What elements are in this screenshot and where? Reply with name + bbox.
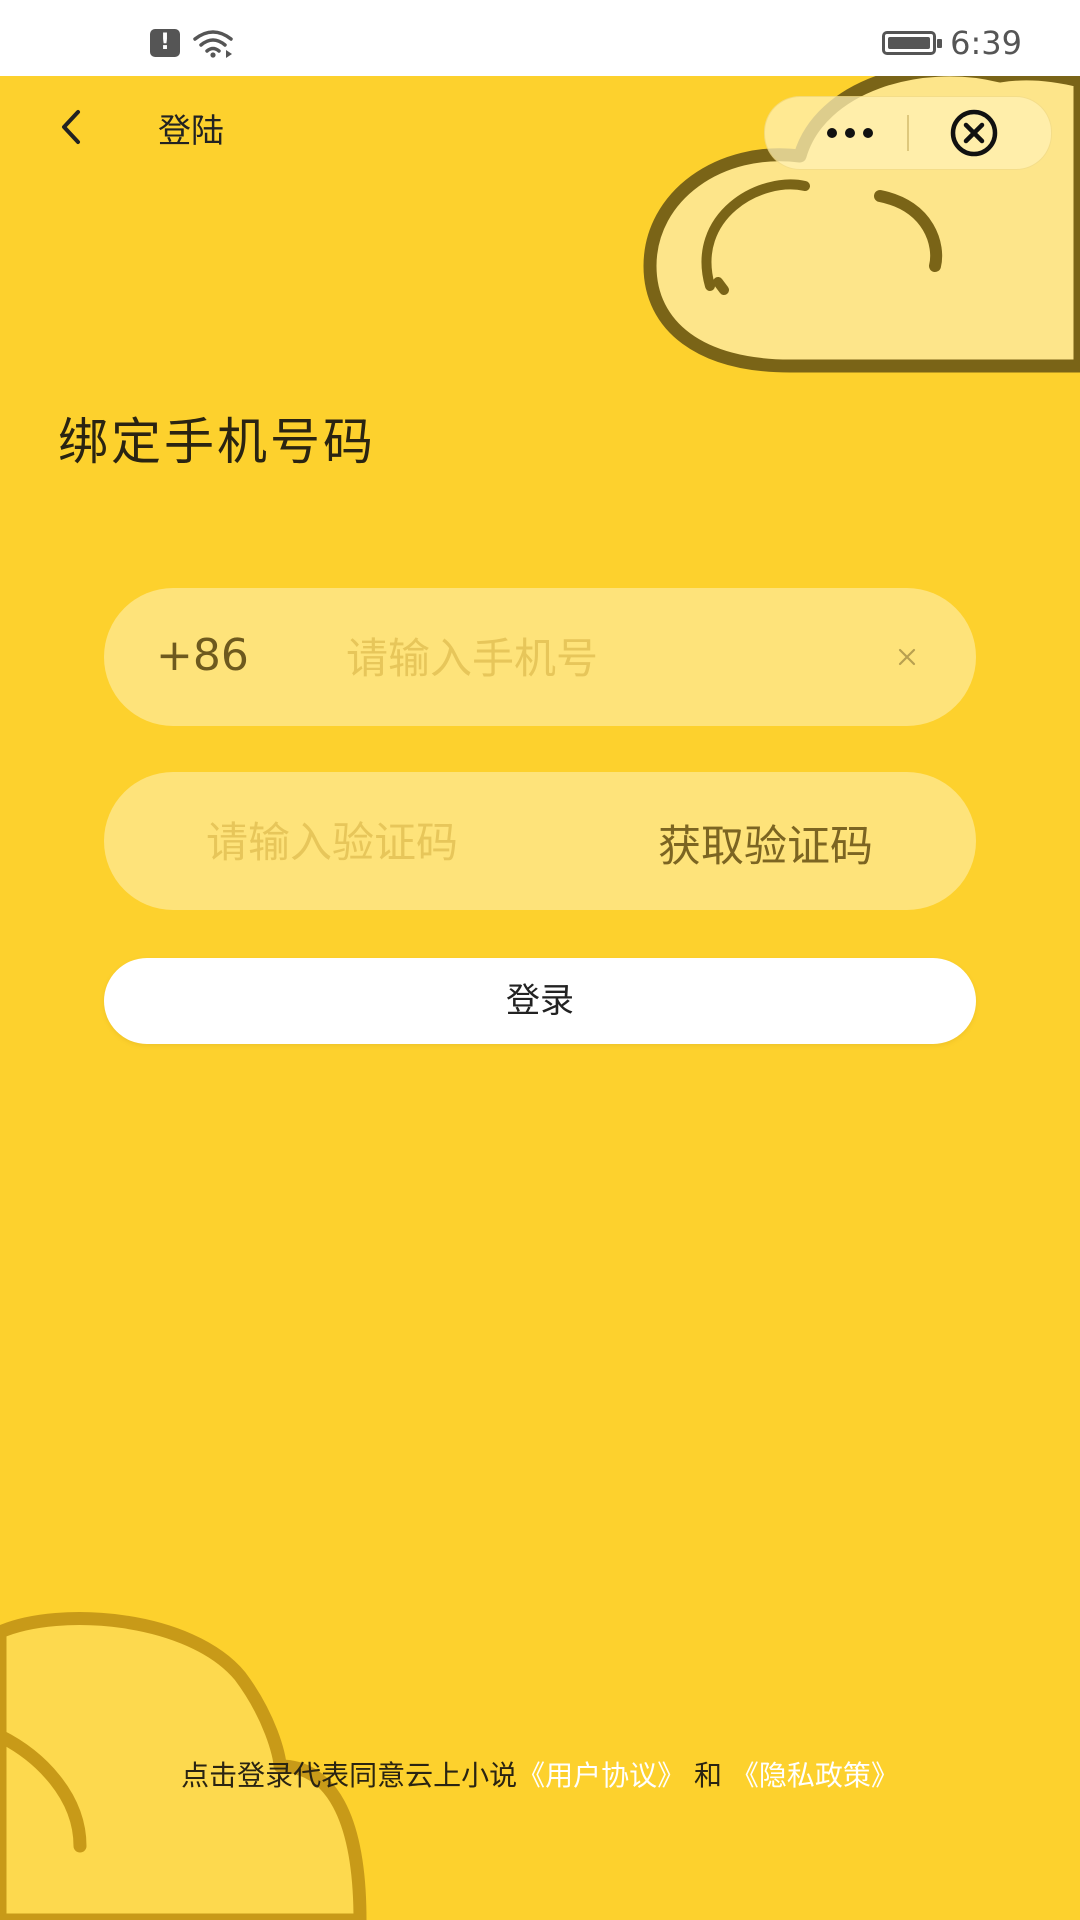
close-circle-icon[interactable] — [947, 109, 1001, 157]
battery-icon — [882, 31, 943, 55]
capsule-divider — [907, 115, 909, 151]
privacy-policy-link[interactable]: 《隐私政策》 — [731, 1759, 899, 1792]
page-title: 绑定手机号码 — [58, 413, 376, 471]
back-icon[interactable] — [48, 102, 98, 152]
clear-icon[interactable] — [890, 640, 924, 674]
status-time: 6:39 — [950, 24, 1022, 62]
code-field: 获取验证码 — [104, 772, 976, 910]
status-bar: ! 6:39 — [0, 0, 1080, 76]
more-icon[interactable] — [807, 97, 893, 169]
alert-icon: ! — [150, 29, 180, 57]
agreement-text: 点击登录代表同意云上小说《用户协议》 和 《隐私政策》 — [0, 1754, 1080, 1794]
verification-code-input[interactable] — [204, 808, 708, 876]
get-code-button[interactable]: 获取验证码 — [658, 812, 873, 874]
phone-field: +86 — [104, 588, 976, 726]
login-page: 登陆 绑定手机号码 +86 获取验证码 登录 点击登录代表同意云上小说《用户协议… — [0, 76, 1080, 1920]
agreement-prefix: 点击登录代表同意云上小说 — [181, 1759, 518, 1792]
country-code[interactable]: +86 — [156, 630, 249, 681]
agreement-conjunction: 和 — [685, 1759, 731, 1792]
user-agreement-link[interactable]: 《用户协议》 — [517, 1759, 685, 1792]
status-left: ! — [150, 28, 234, 58]
nav-title: 登陆 — [158, 111, 224, 150]
mini-program-capsule — [764, 96, 1052, 170]
wifi-icon — [193, 30, 233, 58]
phone-input[interactable] — [344, 624, 948, 692]
login-button[interactable]: 登录 — [104, 958, 976, 1044]
status-right: 6:39 — [882, 24, 1022, 62]
